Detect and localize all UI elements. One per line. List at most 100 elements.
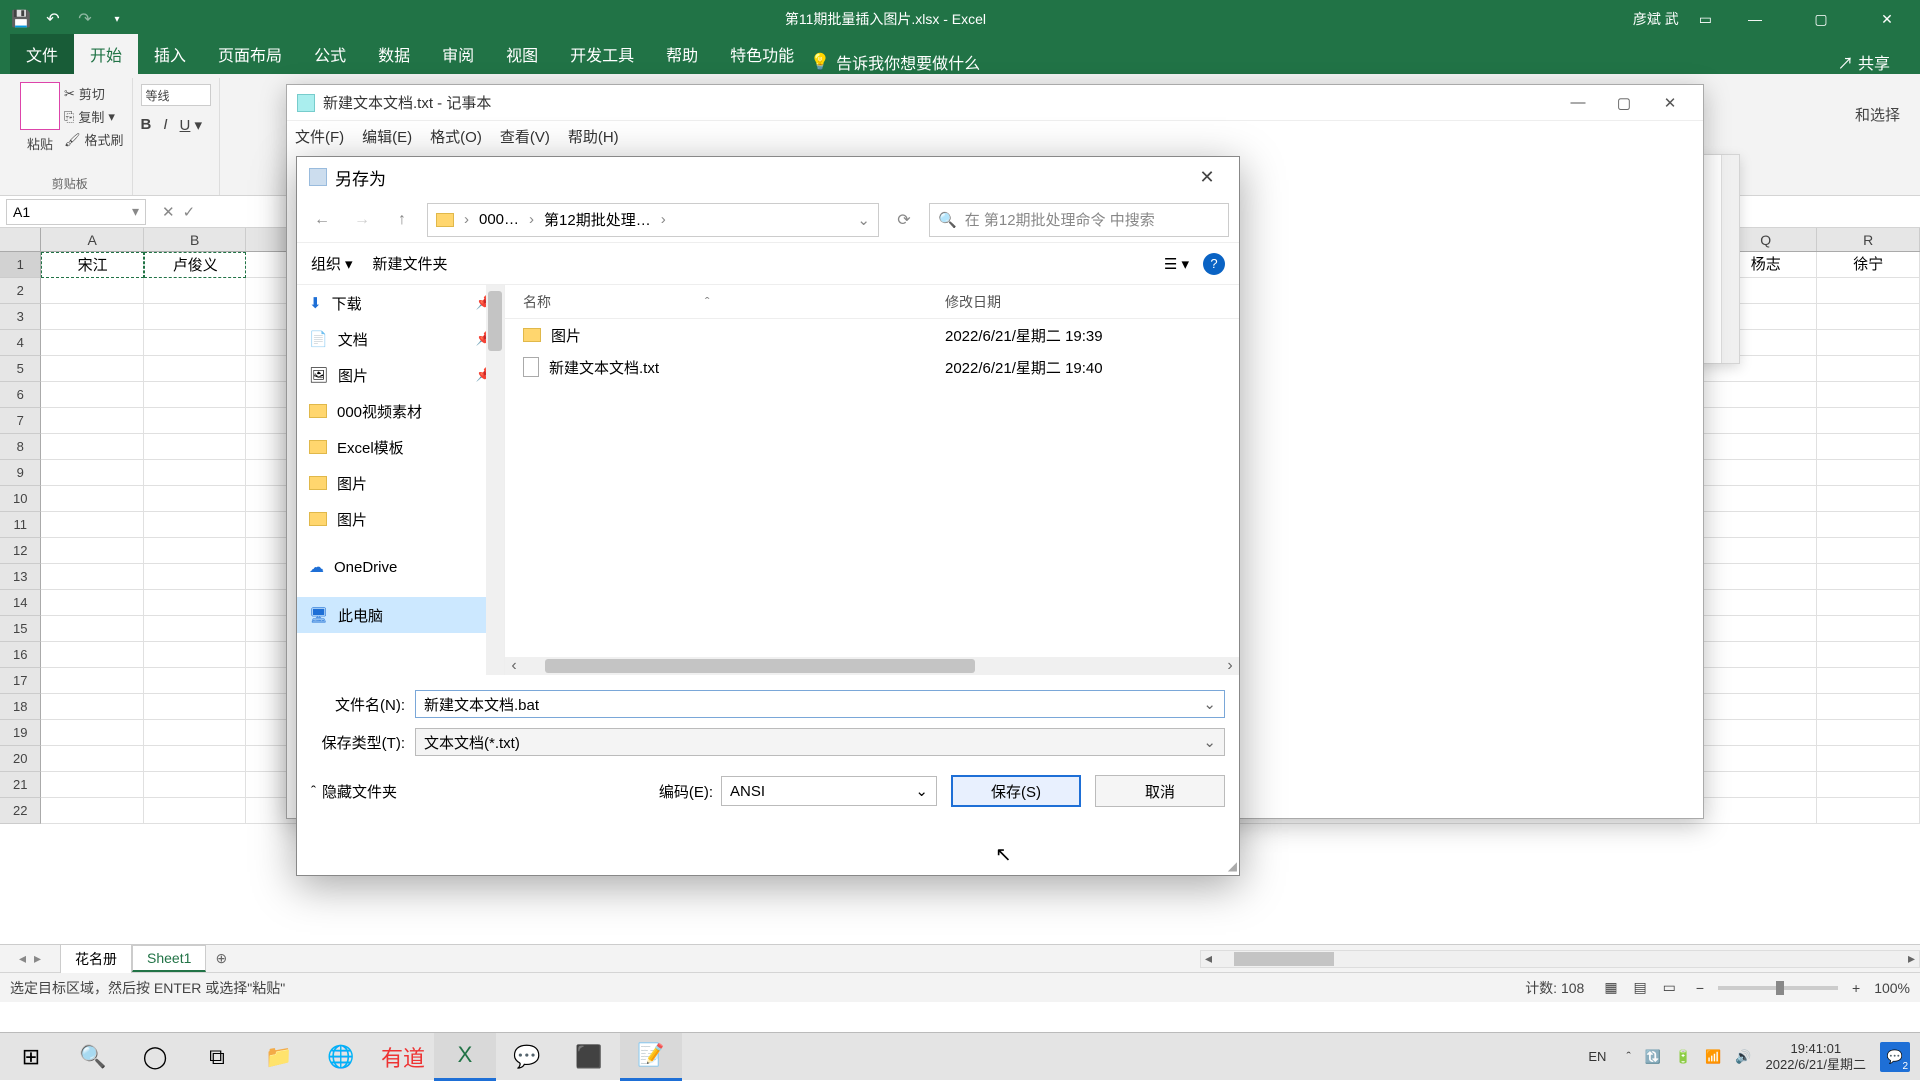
notepad-close[interactable]: ✕ <box>1647 88 1693 118</box>
tab-insert[interactable]: 插入 <box>138 34 202 74</box>
np-menu-help[interactable]: 帮助(H) <box>568 126 619 147</box>
notepad-taskbar-icon[interactable]: 📝 <box>620 1033 682 1081</box>
cortana-icon[interactable]: ◯ <box>124 1033 186 1081</box>
breadcrumb[interactable]: › 000… › 第12期批处理… › ⌄ <box>427 203 879 237</box>
select-all-corner[interactable] <box>0 228 41 251</box>
cell[interactable] <box>1715 746 1818 772</box>
tab-layout[interactable]: 页面布局 <box>202 34 298 74</box>
cell[interactable] <box>144 590 247 616</box>
cell[interactable] <box>144 356 247 382</box>
row-header[interactable]: 21 <box>0 772 41 798</box>
cell[interactable] <box>144 616 247 642</box>
cell[interactable] <box>1817 564 1920 590</box>
cell[interactable] <box>41 564 144 590</box>
nav-up-icon[interactable]: ↑ <box>387 205 417 235</box>
sheet-hscrollbar[interactable]: ◂▸ <box>1200 950 1920 968</box>
cell[interactable]: 徐宁 <box>1817 252 1920 278</box>
browser-icon[interactable]: 🌐 <box>310 1033 372 1081</box>
row-header[interactable]: 8 <box>0 434 41 460</box>
cell[interactable] <box>144 772 247 798</box>
resize-grip-icon[interactable]: ◢ <box>1228 859 1237 873</box>
cell[interactable] <box>41 668 144 694</box>
sheet-tab-sheet1[interactable]: Sheet1 <box>132 945 206 972</box>
notepad-maximize[interactable]: ▢ <box>1601 88 1647 118</box>
cell[interactable] <box>144 330 247 356</box>
cut-button[interactable]: ✂ 剪切 <box>64 84 124 103</box>
cell[interactable] <box>41 642 144 668</box>
cell[interactable] <box>144 642 247 668</box>
crumb-2[interactable]: 第12期批处理… <box>544 209 651 230</box>
cell[interactable] <box>1817 434 1920 460</box>
row-header[interactable]: 12 <box>0 538 41 564</box>
filename-input[interactable]: 新建文本文档.bat⌄ <box>415 690 1225 718</box>
redo-icon[interactable]: ↷ <box>72 6 98 32</box>
cell[interactable] <box>144 694 247 720</box>
cell[interactable] <box>1817 278 1920 304</box>
cell[interactable] <box>1817 460 1920 486</box>
sheet-tab-roster[interactable]: 花名册 <box>60 944 132 973</box>
cell[interactable] <box>1817 408 1920 434</box>
col-header-A[interactable]: A <box>41 228 144 251</box>
user-name[interactable]: 彦斌 武 <box>1633 9 1679 29</box>
undo-icon[interactable]: ↶ <box>40 6 66 32</box>
wechat-icon[interactable]: 💬 <box>496 1033 558 1081</box>
tray-wifi-icon[interactable]: 📶 <box>1705 1049 1721 1065</box>
notification-center-icon[interactable]: 💬2 <box>1880 1042 1910 1072</box>
tab-home[interactable]: 开始 <box>74 34 138 74</box>
cell[interactable] <box>1715 382 1818 408</box>
saveas-close-button[interactable]: ✕ <box>1187 167 1227 188</box>
cell[interactable] <box>41 460 144 486</box>
zoom-slider[interactable] <box>1718 986 1838 990</box>
hscroll-thumb[interactable] <box>545 659 975 673</box>
qat-more-icon[interactable]: ▾ <box>104 6 130 32</box>
view-pagelayout-icon[interactable]: ▤ <box>1627 979 1652 995</box>
row-header[interactable]: 16 <box>0 642 41 668</box>
row-header[interactable]: 15 <box>0 616 41 642</box>
nav-forward-icon[interactable]: → <box>347 205 377 235</box>
task-view-icon[interactable]: ⧉ <box>186 1033 248 1081</box>
notepad-minimize[interactable]: — <box>1555 88 1601 118</box>
np-menu-view[interactable]: 查看(V) <box>500 126 550 147</box>
bold-button[interactable]: B <box>141 116 152 134</box>
tell-me-search[interactable]: 💡 告诉我你想要做什么 <box>810 50 980 74</box>
side-pictures-2[interactable]: 图片 <box>297 465 504 501</box>
row-header[interactable]: 5 <box>0 356 41 382</box>
tray-volume-icon[interactable]: 🔊 <box>1735 1049 1751 1065</box>
breadcrumb-dropdown-icon[interactable]: ⌄ <box>857 211 870 229</box>
tray-battery-icon[interactable]: 🔋 <box>1675 1049 1691 1065</box>
encoding-select[interactable]: ANSI⌄ <box>721 776 937 806</box>
cell[interactable] <box>1715 590 1818 616</box>
save-button[interactable]: 保存(S) <box>951 775 1081 807</box>
row-header[interactable]: 4 <box>0 330 41 356</box>
cell[interactable] <box>144 434 247 460</box>
cell[interactable] <box>1715 564 1818 590</box>
crumb-1[interactable]: 000… <box>479 211 519 228</box>
cell[interactable] <box>144 382 247 408</box>
cell[interactable] <box>1715 460 1818 486</box>
save-icon[interactable]: 💾 <box>8 6 34 32</box>
tab-data[interactable]: 数据 <box>362 34 426 74</box>
view-pagebreak-icon[interactable]: ▭ <box>1657 979 1682 995</box>
file-row[interactable]: 图片2022/6/21/星期二 19:39 <box>505 319 1239 351</box>
side-pictures[interactable]: 🖼图片📌 <box>297 357 504 393</box>
cell[interactable] <box>1817 304 1920 330</box>
cell[interactable] <box>41 512 144 538</box>
font-name-select[interactable]: 等线 <box>141 84 211 106</box>
side-video-folder[interactable]: 000视频素材 <box>297 393 504 429</box>
close-button[interactable]: ✕ <box>1864 4 1910 34</box>
np-menu-edit[interactable]: 编辑(E) <box>362 126 412 147</box>
input-language[interactable]: EN <box>1582 1045 1612 1068</box>
cell[interactable] <box>144 460 247 486</box>
copy-button[interactable]: ⎘ 复制 ▾ <box>64 107 124 126</box>
row-header[interactable]: 18 <box>0 694 41 720</box>
cell[interactable] <box>144 746 247 772</box>
cell[interactable] <box>41 486 144 512</box>
paste-button[interactable]: 粘贴 <box>16 78 64 153</box>
enter-formula-icon[interactable]: ✓ <box>183 203 196 221</box>
ribbon-display-icon[interactable]: ▭ <box>1699 11 1712 28</box>
row-header[interactable]: 6 <box>0 382 41 408</box>
zoom-out-icon[interactable]: − <box>1696 980 1704 996</box>
cell[interactable] <box>1715 668 1818 694</box>
np-menu-file[interactable]: 文件(F) <box>295 126 344 147</box>
row-header[interactable]: 13 <box>0 564 41 590</box>
